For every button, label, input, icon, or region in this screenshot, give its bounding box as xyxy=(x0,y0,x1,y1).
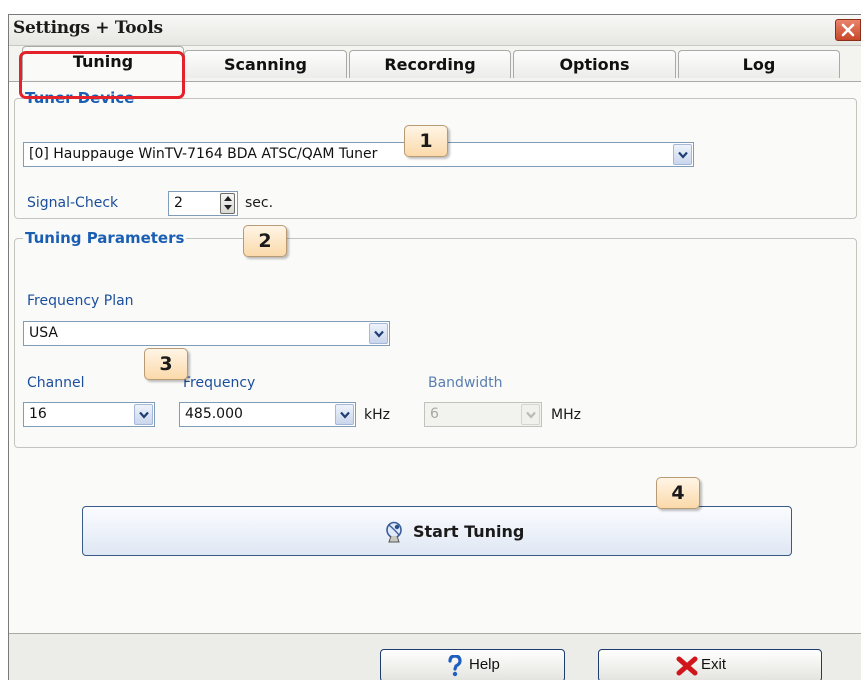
bandwidth-label: Bandwidth xyxy=(428,375,503,391)
frequency-value: 485.000 xyxy=(185,406,243,422)
channel-value: 16 xyxy=(29,406,47,422)
tuner-device-select[interactable]: [0] Hauppauge WinTV-7164 BDA ATSC/QAM Tu… xyxy=(23,142,694,167)
signal-check-spinner[interactable]: 2 xyxy=(168,191,238,216)
tab-recording[interactable]: Recording xyxy=(349,50,511,78)
tuning-parameters-legend: Tuning Parameters xyxy=(25,229,185,247)
signal-check-value: 2 xyxy=(174,195,183,211)
frequency-select[interactable]: 485.000 xyxy=(179,402,356,427)
signal-check-unit: sec. xyxy=(245,195,274,211)
channel-dropdown-button[interactable] xyxy=(134,404,153,425)
frequency-dropdown-button[interactable] xyxy=(335,404,354,425)
tab-log[interactable]: Log xyxy=(678,50,840,78)
close-icon xyxy=(841,23,855,37)
tab-highlight-box xyxy=(19,51,185,99)
tab-options[interactable]: Options xyxy=(513,50,676,78)
bandwidth-dropdown-button xyxy=(521,404,540,425)
tuning-panel: Tuner Device [0] Hauppauge WinTV-7164 BD… xyxy=(9,81,861,634)
satellite-dish-icon xyxy=(386,521,402,543)
frequency-plan-dropdown-button[interactable] xyxy=(369,323,388,344)
exit-label: Exit xyxy=(701,656,727,673)
chevron-down-icon xyxy=(526,411,536,419)
callout-4: 4 xyxy=(656,477,700,509)
dialog-footer: Help Exit xyxy=(9,633,861,680)
callout-2: 2 xyxy=(243,225,287,257)
callout-1: 1 xyxy=(404,125,448,157)
start-tuning-label: Start Tuning xyxy=(413,522,525,541)
frequency-plan-label: Frequency Plan xyxy=(27,293,134,309)
spinner-arrows-icon[interactable] xyxy=(220,193,235,214)
settings-window: Settings + Tools Tuning Scanning Recordi… xyxy=(8,14,861,680)
chevron-down-icon xyxy=(340,411,350,419)
frequency-plan-select[interactable]: USA xyxy=(23,321,390,346)
question-mark-icon xyxy=(448,655,462,677)
bandwidth-value: 6 xyxy=(430,406,439,422)
help-label: Help xyxy=(469,656,500,673)
frequency-plan-value: USA xyxy=(29,325,58,341)
frequency-label: Frequency xyxy=(183,375,256,391)
chevron-down-icon xyxy=(678,151,688,159)
close-button[interactable] xyxy=(835,19,861,41)
channel-select[interactable]: 16 xyxy=(23,402,155,427)
start-tuning-button[interactable]: Start Tuning xyxy=(82,506,792,556)
tuner-device-dropdown-button[interactable] xyxy=(673,144,692,165)
window-title: Settings + Tools xyxy=(13,18,163,38)
channel-label: Channel xyxy=(27,375,85,391)
chevron-down-icon xyxy=(139,411,149,419)
bandwidth-unit: MHz xyxy=(551,407,581,423)
frequency-unit: kHz xyxy=(364,407,390,423)
tab-scanning[interactable]: Scanning xyxy=(184,50,347,78)
bandwidth-select: 6 xyxy=(424,402,542,427)
tuner-device-value: [0] Hauppauge WinTV-7164 BDA ATSC/QAM Tu… xyxy=(29,146,378,162)
chevron-down-icon xyxy=(374,330,384,338)
callout-3: 3 xyxy=(144,348,188,380)
signal-check-label: Signal-Check xyxy=(27,195,119,211)
exit-button[interactable]: Exit xyxy=(598,649,822,680)
red-x-icon xyxy=(676,656,698,676)
help-button[interactable]: Help xyxy=(380,649,565,680)
title-bar: Settings + Tools xyxy=(9,15,861,46)
